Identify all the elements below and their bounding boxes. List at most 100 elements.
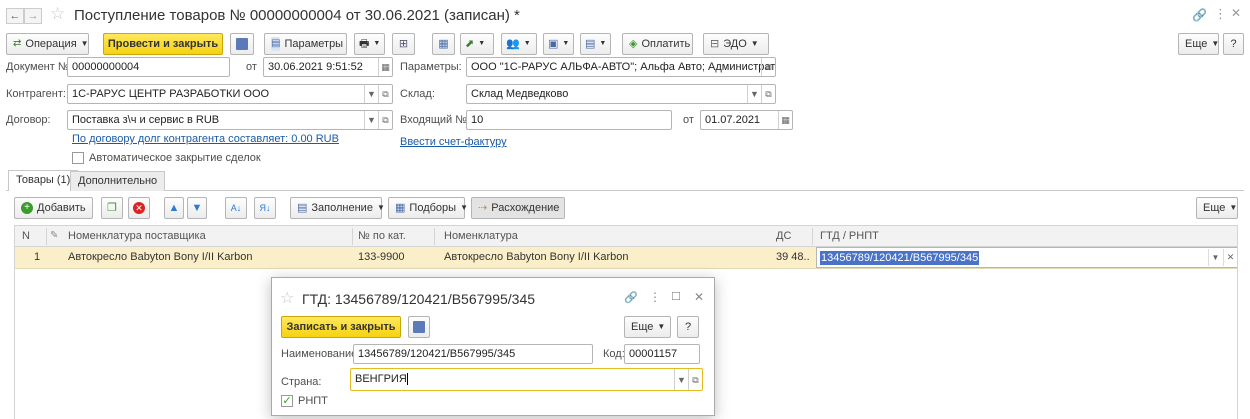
report-button[interactable]: ▦	[432, 33, 455, 55]
add-row-button[interactable]: + Добавить	[14, 197, 93, 219]
incoming-date-field[interactable]: 01.07.2021 ▦	[700, 110, 793, 130]
table-right-border	[1237, 225, 1238, 419]
warehouse-field[interactable]: Склад Медведково ▼ ⧉	[466, 84, 776, 104]
open-icon[interactable]: ⧉	[378, 85, 392, 103]
col-item[interactable]: Номенклатура	[444, 226, 744, 246]
cell-item[interactable]: Автокресло Babyton Bony I/II Karbon	[444, 247, 744, 267]
enter-invoice-link[interactable]: Ввести счет-фактуру	[400, 136, 507, 148]
nav-back-button[interactable]: ←	[6, 8, 24, 24]
create-based-button[interactable]: ⬈ ▼	[460, 33, 494, 55]
help-button[interactable]: ?	[1223, 33, 1244, 55]
dropdown-icon[interactable]: ▼	[1208, 249, 1222, 266]
operation-button[interactable]: ⇄ Операция ▼	[6, 33, 89, 55]
col-vat[interactable]: ДС	[776, 226, 806, 246]
close-window-icon[interactable]: ✕	[1231, 6, 1241, 20]
chevron-down-icon: ▼	[750, 39, 759, 48]
col-supplier-item[interactable]: Номенклатура поставщика	[68, 226, 348, 246]
move-up-button[interactable]: ▲	[164, 197, 184, 219]
table-more-button[interactable]: Еще ▼	[1196, 197, 1238, 219]
col-n[interactable]: N	[22, 226, 42, 246]
users-button[interactable]: 👥 ▼	[501, 33, 537, 55]
print-button[interactable]: 🖶 ▼	[354, 33, 385, 55]
incoming-no-field[interactable]: 10	[466, 110, 672, 130]
open-icon[interactable]: ⧉	[688, 369, 702, 390]
menu-dots-icon[interactable]: ⋮	[1214, 6, 1227, 22]
chevron-down-icon: ▼	[599, 40, 607, 47]
clear-icon[interactable]: ✕	[1223, 249, 1237, 266]
pay-button[interactable]: ◈ Оплатить	[622, 33, 693, 55]
dropdown-icon[interactable]: ▼	[364, 85, 378, 103]
params-button[interactable]: ▤ Параметры	[264, 33, 347, 55]
incoming-no-label: Входящий №:	[400, 114, 471, 126]
dialog-menu-icon[interactable]: ⋮	[649, 290, 661, 304]
warehouse-label: Склад:	[400, 88, 435, 100]
debt-link[interactable]: По договору долг контрагента составляет:…	[72, 133, 339, 145]
attachments-button[interactable]: ▣ ▼	[543, 33, 574, 55]
contract-field[interactable]: Поставка з\ч и сервис в RUB ▼ ⧉	[67, 110, 393, 130]
open-icon[interactable]: ⧉	[761, 85, 775, 103]
auto-close-checkbox[interactable]	[72, 152, 84, 164]
dropdown-icon[interactable]: ▼	[747, 85, 761, 103]
dialog-maximize-icon[interactable]: ☐	[671, 290, 681, 303]
doc-date-field[interactable]: 30.06.2021 9:51:52 ▦	[263, 57, 393, 77]
code-field[interactable]: 00001157	[624, 344, 700, 364]
copy-row-button[interactable]: ❐	[101, 197, 123, 219]
nav-forward-button[interactable]: →	[24, 8, 42, 24]
dialog-star-icon[interactable]: ☆	[280, 288, 294, 308]
save-button[interactable]	[230, 33, 254, 55]
link-icon[interactable]: 🔗	[1192, 8, 1207, 22]
name-label: Наименование:	[281, 348, 361, 360]
col-gtd[interactable]: ГТД / РНПТ	[820, 226, 1020, 246]
sort-asc-button[interactable]: A↓	[225, 197, 247, 219]
dialog-help-button[interactable]: ?	[677, 316, 699, 338]
post-and-close-button[interactable]: Провести и закрыть	[103, 33, 223, 55]
dialog-save-button[interactable]	[408, 316, 430, 338]
fill-button[interactable]: ▤ Заполнение ▼	[290, 197, 385, 219]
rnpt-checkbox[interactable]: ✓	[281, 395, 293, 407]
more-button[interactable]: Еще ▼	[1178, 33, 1219, 55]
name-field[interactable]: 13456789/120421/B567995/345	[353, 344, 593, 364]
doc-list-icon: ▤	[585, 38, 596, 50]
country-label: Страна:	[281, 376, 322, 388]
open-icon[interactable]: ⧉	[761, 58, 775, 76]
cell-supplier-item[interactable]: Автокресло Babyton Bony I/II Karbon	[68, 247, 348, 267]
params-field[interactable]: ООО "1С-РАРУС АЛЬФА-АВТО"; Альфа Авто; А…	[466, 57, 776, 77]
col-cat-no[interactable]: № по кат.	[358, 226, 428, 246]
counterparty-field[interactable]: 1С-РАРУС ЦЕНТР РАЗРАБОТКИ ООО ▼ ⧉	[67, 84, 393, 104]
picks-button[interactable]: ▦ Подборы ▼	[388, 197, 468, 219]
discrepancy-button[interactable]: ⇢ Расхождение	[471, 197, 565, 219]
country-field[interactable]: ВЕНГРИЯ ▼ ⧉	[350, 368, 703, 391]
save-and-close-button[interactable]: Записать и закрыть	[281, 316, 401, 338]
edo-icon: ⊟	[710, 38, 720, 50]
calendar-icon[interactable]: ▦	[378, 58, 392, 76]
tab-goods[interactable]: Товары (1)	[8, 170, 79, 191]
tree-icon: ⊞	[398, 38, 409, 50]
gtd-cell-editor[interactable]: 13456789/120421/B567995/345 ▼ ✕	[816, 247, 1238, 268]
dropdown-icon[interactable]: ▼	[364, 111, 378, 129]
structure-button[interactable]: ⊞	[392, 33, 415, 55]
doc-no-field[interactable]: 00000000004	[67, 57, 230, 77]
delete-row-button[interactable]: ✕	[128, 197, 150, 219]
dialog-more-button[interactable]: Еще ▼	[624, 316, 671, 338]
related-docs-button[interactable]: ▤ ▼	[580, 33, 611, 55]
favorite-star-icon[interactable]: ☆	[50, 4, 65, 24]
table-row[interactable]: 1 Автокресло Babyton Bony I/II Karbon 13…	[14, 247, 1238, 269]
sort-desc-button[interactable]: Я↓	[254, 197, 276, 219]
params-label: Параметры:	[400, 61, 462, 73]
cell-vat[interactable]: 39 48...	[776, 247, 810, 267]
move-down-button[interactable]: ▼	[187, 197, 207, 219]
dialog-close-icon[interactable]: ✕	[694, 290, 704, 304]
chevron-down-icon: ▼	[1211, 39, 1220, 48]
dropdown-icon[interactable]: ▼	[674, 369, 688, 390]
tab-additional[interactable]: Дополнительно	[70, 171, 166, 191]
chevron-down-icon: ▼	[478, 40, 486, 47]
green-arrow-icon: ⬈	[465, 38, 475, 50]
open-icon[interactable]: ⧉	[378, 111, 392, 129]
cell-cat-no[interactable]: 133-9900	[358, 247, 428, 267]
auto-close-label: Автоматическое закрытие сделок	[89, 152, 261, 164]
chevron-down-icon: ▼	[373, 40, 381, 47]
edo-button[interactable]: ⊟ ЭДО ▼	[703, 33, 769, 55]
dialog-link-icon[interactable]: 🔗	[624, 291, 638, 304]
report-icon: ▦	[438, 38, 449, 50]
calendar-icon[interactable]: ▦	[778, 111, 792, 129]
